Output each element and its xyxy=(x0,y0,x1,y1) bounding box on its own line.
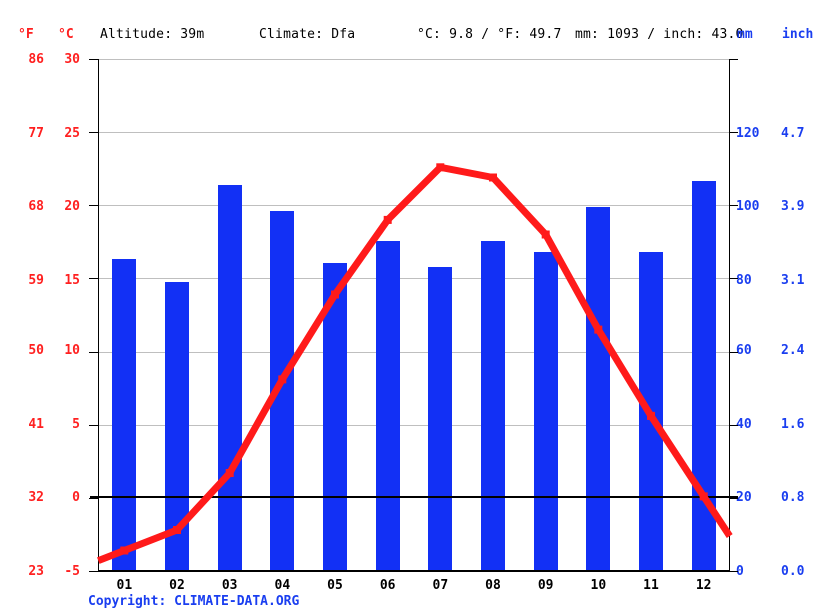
left-tick-7 xyxy=(89,571,98,572)
left-axis-f-label-0: 86 xyxy=(28,52,44,67)
right-tick-7 xyxy=(729,571,738,572)
temperature-point-06 xyxy=(383,215,392,224)
temperature-point-03 xyxy=(225,469,234,477)
x-axis-label-06: 06 xyxy=(379,578,396,593)
left-axis-f-label-4: 50 xyxy=(28,343,44,358)
right-axis-mm-label-4: 60 xyxy=(736,343,752,358)
temperature-point-09 xyxy=(541,230,550,239)
left-axis-f-label-1: 77 xyxy=(28,126,44,141)
x-axis-label-03: 03 xyxy=(221,578,238,593)
temperature-point-05 xyxy=(331,290,339,299)
x-axis-label-04: 04 xyxy=(274,578,291,593)
x-axis-label-08: 08 xyxy=(485,578,501,593)
right-axis-inch-label-3: 3.1 xyxy=(781,273,805,288)
right-axis-inch-label-4: 2.4 xyxy=(781,343,805,358)
x-axis-label-10: 10 xyxy=(590,578,607,593)
right-axis-mm-label-1: 120 xyxy=(736,126,760,141)
temperature-polyline xyxy=(97,163,733,564)
left-axis-f-label-6: 32 xyxy=(28,490,44,505)
right-tick-3 xyxy=(729,278,738,279)
left-tick-2 xyxy=(89,205,98,206)
right-tick-6 xyxy=(729,498,738,499)
left-axis-c-label-2: 20 xyxy=(64,199,80,214)
left-tick-3 xyxy=(89,278,98,279)
climate-chart: °F °C Altitude: 39m Climate: Dfa °C: 9.8… xyxy=(0,0,815,611)
plot-area xyxy=(89,59,738,572)
x-axis-label-05: 05 xyxy=(327,578,343,593)
right-axis-inch-label-5: 1.6 xyxy=(781,417,805,432)
left-axis-f-label-5: 41 xyxy=(28,417,44,432)
right-axis-inch-label-6: 0.8 xyxy=(781,490,805,505)
header-unit-mm: mm xyxy=(737,27,753,42)
left-tick-0 xyxy=(89,59,98,60)
right-axis-mm-label-5: 40 xyxy=(736,417,752,432)
header-altitude: Altitude: 39m xyxy=(100,27,205,42)
temperature-point-02 xyxy=(173,526,181,534)
temperature-point-08 xyxy=(489,173,497,182)
left-axis-c-label-5: 5 xyxy=(72,417,80,432)
header-unit-inch: inch xyxy=(782,27,814,42)
x-axis-label-12: 12 xyxy=(695,578,712,593)
right-tick-0 xyxy=(729,59,738,60)
left-axis-c-label-6: 0 xyxy=(72,490,80,505)
left-tick-4 xyxy=(89,352,98,353)
right-axis-inch-label-2: 3.9 xyxy=(781,199,805,214)
left-tick-1 xyxy=(89,132,98,133)
temperature-point-04 xyxy=(278,375,287,384)
left-axis-f-label-2: 68 xyxy=(28,199,44,214)
right-axis-inch-label-7: 0.0 xyxy=(781,564,805,579)
left-axis-c-label-0: 30 xyxy=(64,52,80,67)
left-tick-6 xyxy=(89,498,98,499)
header-unit-celsius: °C xyxy=(58,27,74,42)
left-axis-f-label-3: 59 xyxy=(28,273,44,288)
left-tick-5 xyxy=(89,425,98,426)
x-axis-label-01: 01 xyxy=(116,578,133,593)
temperature-point-12 xyxy=(699,492,708,501)
left-axis-f-label-7: 23 xyxy=(28,564,44,579)
header-average-precipitation: mm: 1093 / inch: 43.0 xyxy=(575,27,744,42)
right-axis-mm-label-2: 100 xyxy=(736,199,760,214)
temperature-line xyxy=(97,163,733,564)
right-tick-2 xyxy=(729,205,738,206)
right-tick-4 xyxy=(729,352,738,353)
copyright-text: Copyright: CLIMATE-DATA.ORG xyxy=(88,594,300,609)
x-axis-label-11: 11 xyxy=(643,578,659,593)
temperature-point-10 xyxy=(594,325,603,334)
right-axis-mm-label-6: 20 xyxy=(736,490,752,505)
right-tick-5 xyxy=(729,425,738,426)
right-tick-1 xyxy=(729,132,738,133)
x-axis-label-02: 02 xyxy=(169,578,185,593)
right-axis-mm-label-3: 80 xyxy=(736,273,752,288)
left-axis-c-label-1: 25 xyxy=(64,126,80,141)
left-axis-c-label-4: 10 xyxy=(64,343,80,358)
right-axis-inch-label-1: 4.7 xyxy=(781,126,805,141)
temperature-point-07 xyxy=(436,163,445,172)
temperature-point-01 xyxy=(120,546,129,555)
temperature-point-11 xyxy=(647,411,655,420)
right-axis-mm-label-7: 0 xyxy=(736,564,744,579)
header-climate: Climate: Dfa xyxy=(259,27,356,42)
x-axis-label-07: 07 xyxy=(432,578,449,593)
x-axis-label-09: 09 xyxy=(537,578,554,593)
header-average-temperature: °C: 9.8 / °F: 49.7 xyxy=(417,27,562,42)
left-axis-c-label-3: 15 xyxy=(64,273,80,288)
left-axis-c-label-7: -5 xyxy=(64,564,80,579)
header-unit-fahrenheit: °F xyxy=(18,27,34,42)
